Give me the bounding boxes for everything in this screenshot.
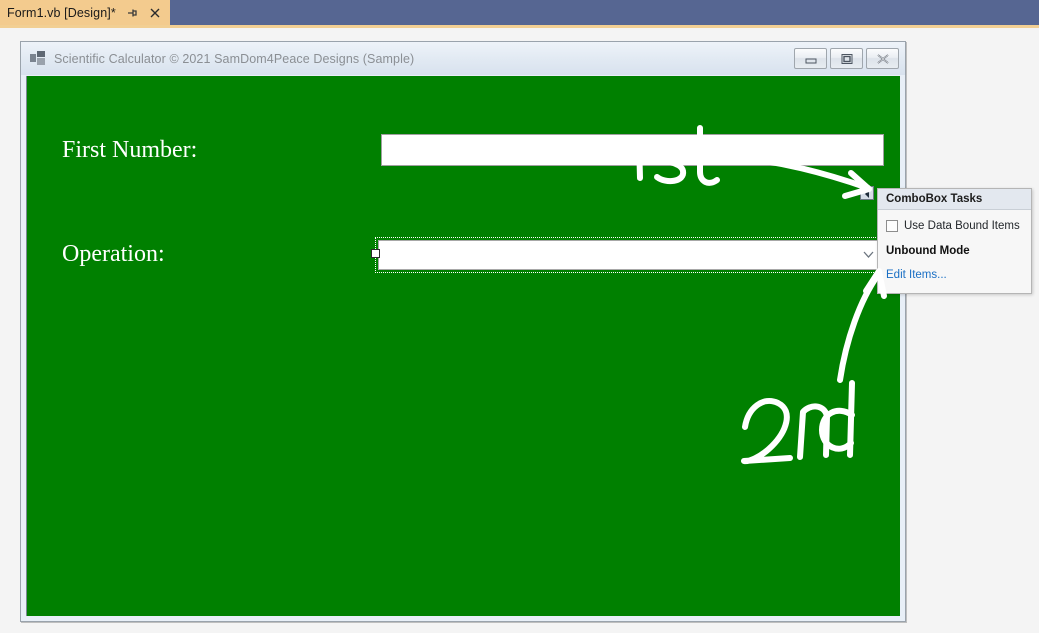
close-icon[interactable] [148,6,162,20]
tab-label: Form1.vb [Design]* [7,5,116,20]
form-app-icon [30,51,46,66]
edit-items-link[interactable]: Edit Items... [886,269,947,281]
combobox-resize-handle-left[interactable] [371,249,380,258]
smart-tag-triangle-icon [865,190,869,198]
maximize-icon[interactable] [830,48,863,69]
form-titlebar: Scientific Calculator © 2021 SamDom4Peac… [21,42,905,75]
tasks-panel-header: ComboBox Tasks [878,189,1031,210]
unbound-mode-label: Unbound Mode [886,245,970,257]
form-title: Scientific Calculator © 2021 SamDom4Peac… [54,51,415,66]
pin-icon[interactable] [125,6,139,20]
use-data-bound-items-label: Use Data Bound Items [904,220,1020,232]
tab-form1-design[interactable]: Form1.vb [Design]* [0,0,170,25]
use-data-bound-items-row[interactable]: Use Data Bound Items [878,215,1031,237]
use-data-bound-items-checkbox[interactable] [886,220,898,232]
window-buttons [794,48,899,69]
smart-tag-button[interactable] [860,186,874,200]
edit-items-row[interactable]: Edit Items... [878,263,1031,286]
label-operation: Operation: [62,241,165,267]
unbound-mode-row: Unbound Mode [878,237,1031,263]
form-design-window[interactable]: Scientific Calculator © 2021 SamDom4Peac… [20,41,906,622]
chevron-down-icon[interactable] [862,246,875,264]
operation-combobox[interactable] [378,240,881,270]
minimize-icon[interactable] [794,48,827,69]
combobox-tasks-panel[interactable]: ComboBox Tasks Use Data Bound Items Unbo… [877,188,1032,294]
tasks-panel-body: Use Data Bound Items Unbound Mode Edit I… [878,210,1031,293]
label-first-number: First Number: [62,137,198,163]
first-number-input[interactable] [381,134,884,166]
form-client-area[interactable]: First Number: Operation: [26,76,900,616]
close-icon[interactable] [866,48,899,69]
